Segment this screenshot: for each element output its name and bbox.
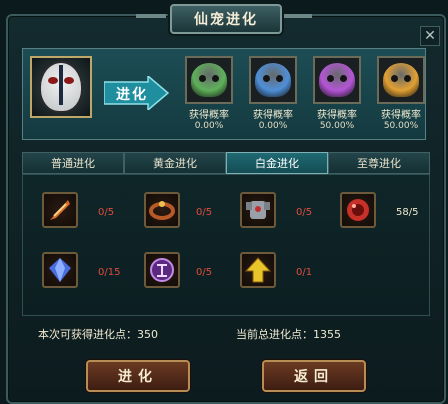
material-slot[interactable]	[42, 252, 78, 288]
material-count: 0/5	[196, 267, 213, 278]
points-total-text: 当前总进化点：1355	[236, 328, 341, 341]
evolve-arrow-label: 进化	[116, 87, 148, 103]
material-slot[interactable]	[240, 252, 276, 288]
title-ornament-right	[282, 14, 312, 18]
source-pet-slot[interactable]	[30, 56, 92, 118]
material-slot[interactable]	[340, 192, 376, 228]
material-count: 58/5	[396, 207, 419, 218]
orb-icon	[347, 199, 369, 221]
mask-pet-icon	[39, 61, 83, 113]
result-probability: 50.00%	[383, 121, 419, 131]
points-gain-text: 本次可获得进化点：350	[38, 328, 158, 341]
result-pet-purple[interactable]: 获得概率 50.00%	[306, 56, 368, 131]
result-probability: 0.00%	[258, 121, 288, 131]
material-slot[interactable]	[240, 192, 276, 228]
result-pet-green[interactable]: 获得概率 0.00%	[178, 56, 240, 131]
material-count: 0/5	[98, 207, 115, 218]
close-button[interactable]: ✕	[420, 26, 440, 46]
result-label: 获得概率	[189, 110, 229, 121]
evolution-tabs: 普通进化 黄金进化 白金进化 至尊进化	[22, 152, 430, 174]
result-pet-blue[interactable]: 获得概率 0.00%	[242, 56, 304, 131]
close-icon: ✕	[424, 28, 436, 44]
result-probability: 50.00%	[319, 121, 355, 131]
gold-pet-icon	[383, 63, 419, 97]
evolve-button[interactable]: 进化	[86, 360, 190, 392]
material-slot[interactable]	[42, 192, 78, 228]
material-count: 0/15	[98, 267, 121, 278]
result-label: 获得概率	[317, 110, 357, 121]
result-pet-gold[interactable]: 获得概率 50.00%	[370, 56, 432, 131]
tab-supreme[interactable]: 至尊进化	[328, 152, 430, 174]
material-count: 0/1	[296, 267, 313, 278]
rune-icon	[150, 258, 174, 282]
window-title: 仙宠进化	[170, 4, 282, 34]
result-label: 获得概率	[381, 110, 421, 121]
green-pet-icon	[191, 63, 227, 97]
material-slot[interactable]	[144, 192, 180, 228]
evolve-arrow: 进化	[104, 76, 170, 110]
armor-icon	[246, 201, 270, 219]
result-label: 获得概率	[253, 110, 293, 121]
result-probability: 0.00%	[194, 121, 224, 131]
crystal-icon	[49, 258, 71, 282]
title-ornament-left	[136, 14, 166, 18]
purple-pet-icon	[319, 63, 355, 97]
material-count: 0/5	[296, 207, 313, 218]
material-count: 0/5	[196, 207, 213, 218]
feather-icon	[50, 200, 70, 220]
tab-platinum[interactable]: 白金进化	[226, 152, 328, 174]
back-button[interactable]: 返回	[262, 360, 366, 392]
tab-gold[interactable]: 黄金进化	[124, 152, 226, 174]
arrow-up-icon	[244, 257, 272, 283]
ring-icon	[149, 201, 175, 220]
material-slot[interactable]	[144, 252, 180, 288]
tab-normal[interactable]: 普通进化	[22, 152, 124, 174]
blue-pet-icon	[255, 63, 291, 97]
